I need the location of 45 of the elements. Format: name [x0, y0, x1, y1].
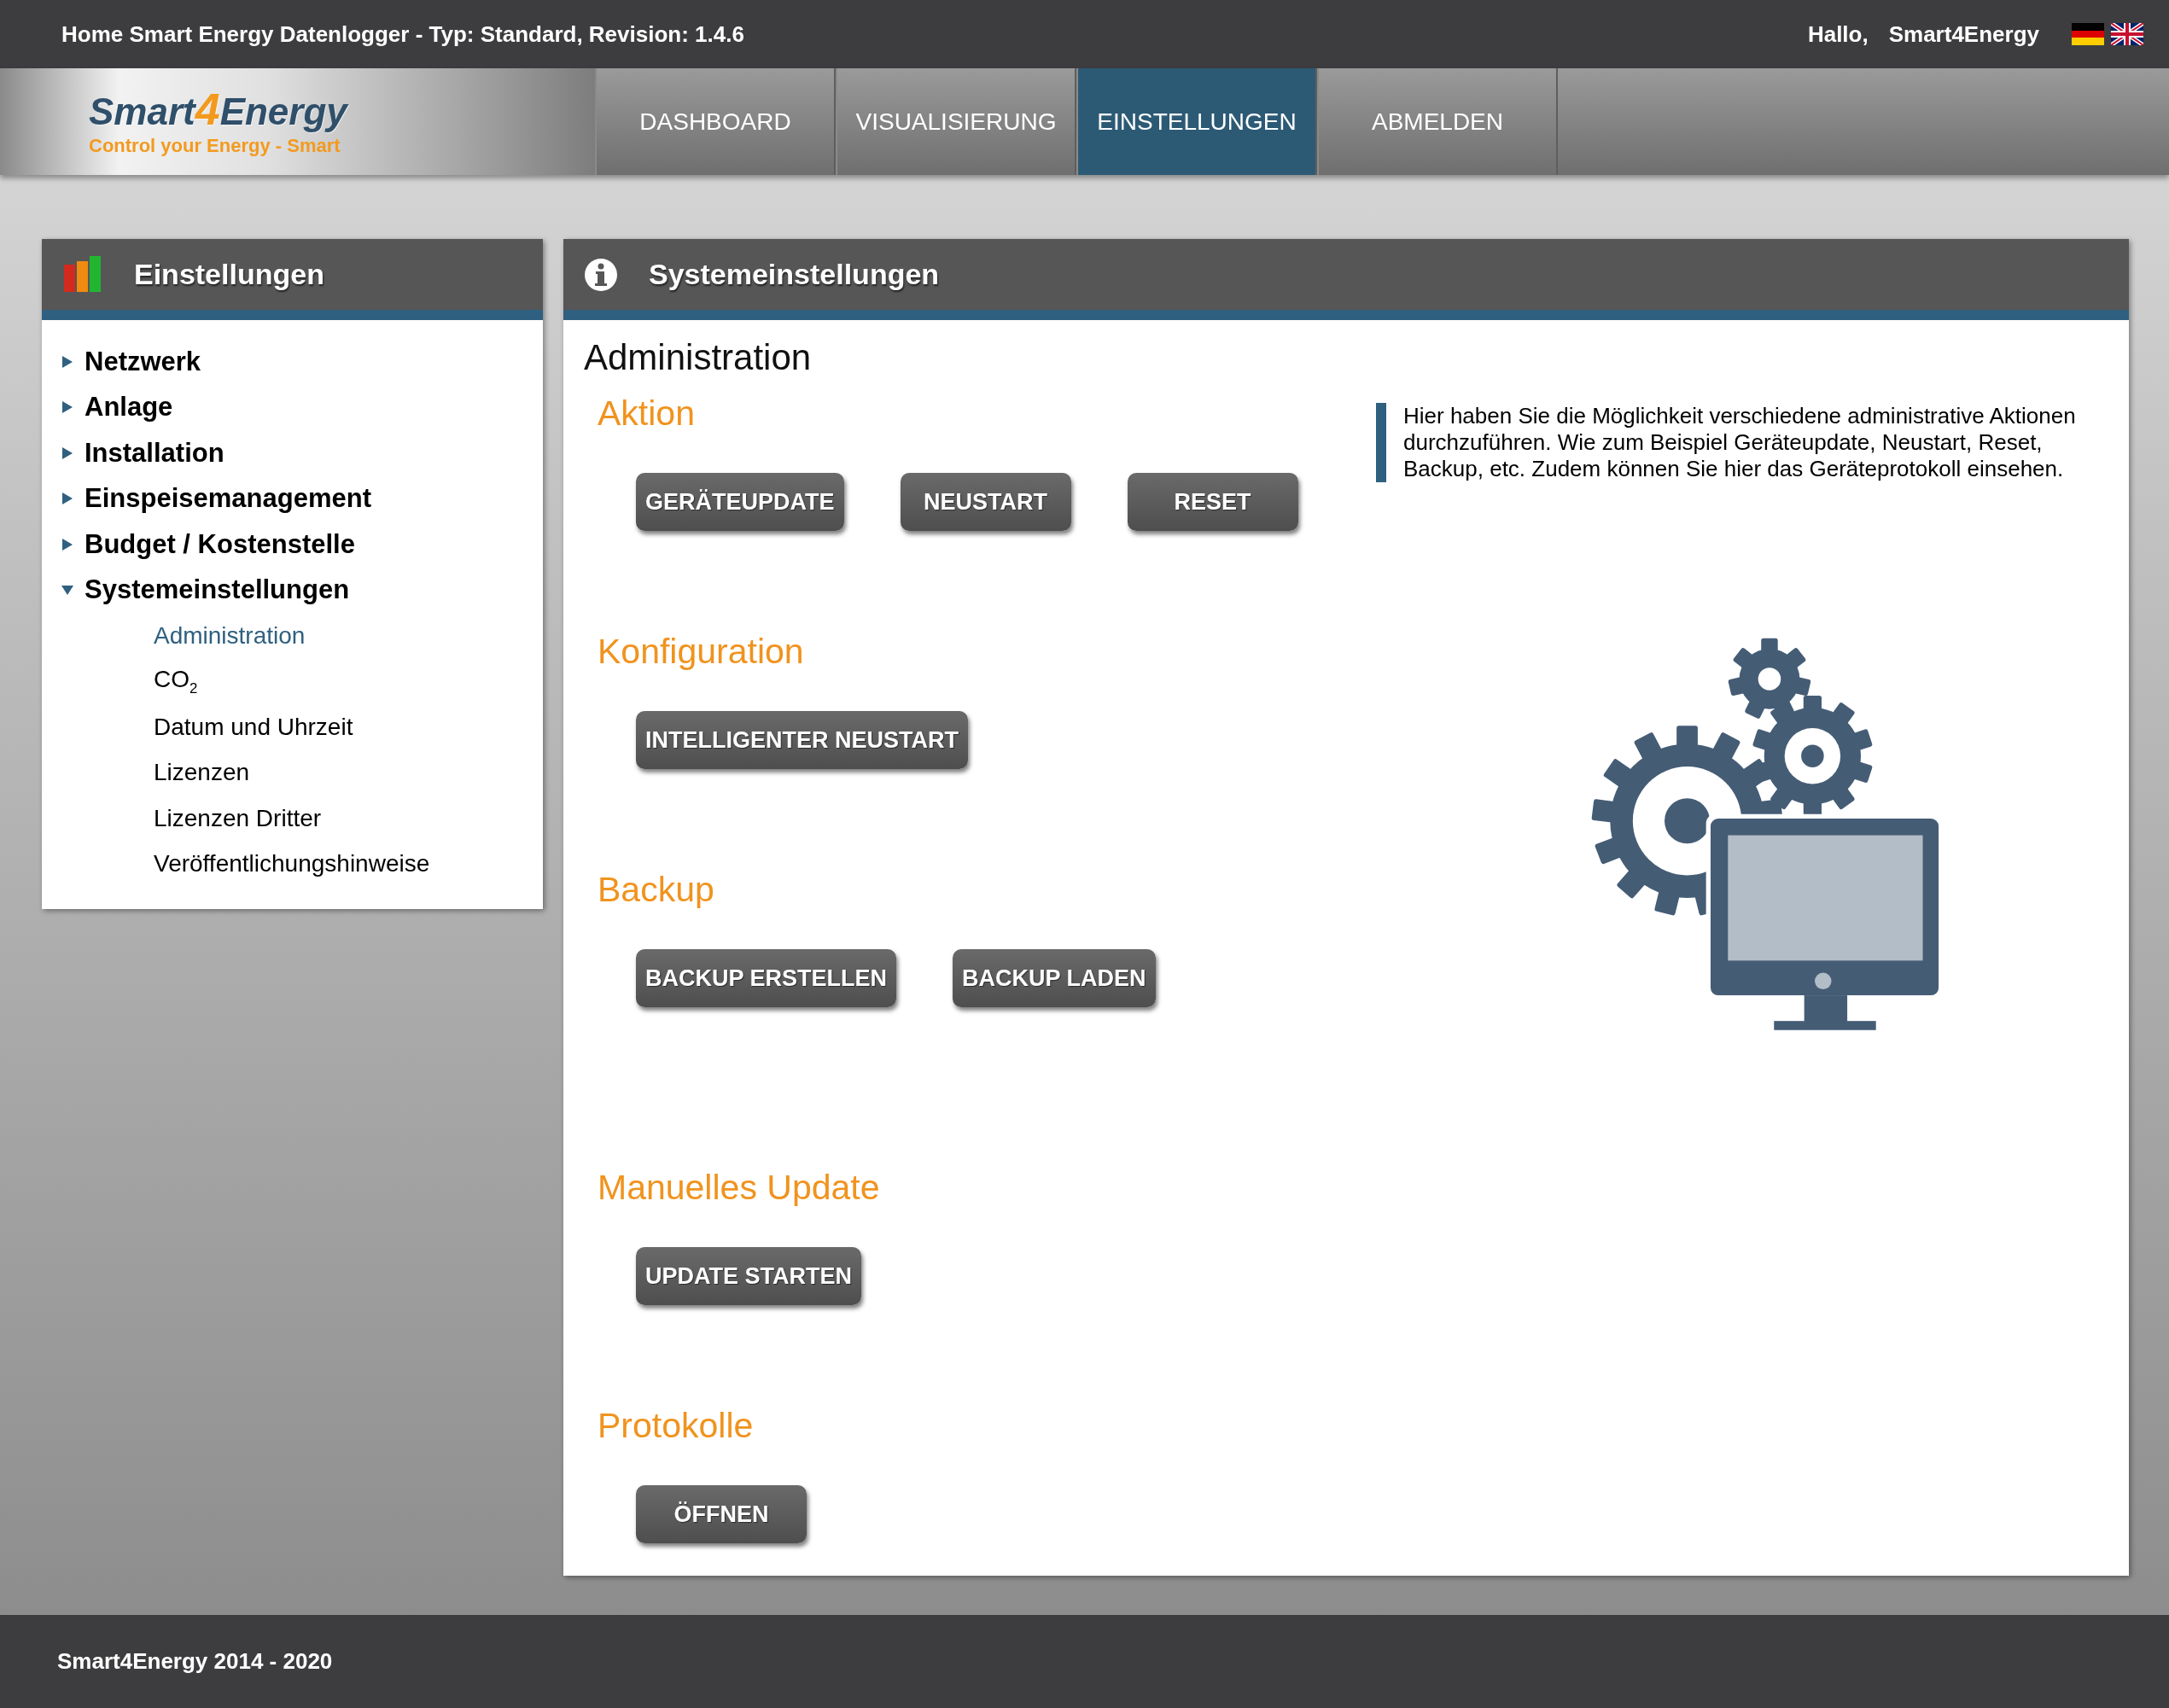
german-flag-icon[interactable]: [2072, 23, 2104, 45]
page-heading: Administration: [584, 337, 813, 378]
logo-wordmark: Smart4Energy: [89, 86, 347, 133]
action-button[interactable]: BACKUP LADEN: [953, 949, 1156, 1007]
sidebar-item[interactable]: Einspeisemanagement: [85, 483, 371, 515]
action-button[interactable]: UPDATE STARTEN: [636, 1247, 861, 1305]
action-button[interactable]: RESET: [1127, 473, 1298, 531]
action-button[interactable]: INTELLIGENTER NEUSTART: [636, 711, 968, 769]
description-text: Hier haben Sie die Möglichkeit verschiedene administrative Aktionen durchzuführen. Wie zum Beispiel Geräteupdate, Neustart, Reset, Backup, etc. Zudem können Sie hier das Geräteprotokoll einsehen.: [1376, 403, 2103, 482]
logo-tagline: Control your Energy - Smart: [89, 134, 341, 157]
sidebar-subitem[interactable]: Veröffentlichungshinweise: [61, 841, 543, 887]
section-heading: Aktion: [598, 393, 696, 434]
app-title: Home Smart Energy Datenlogger - Typ: Standard, Revision: 1.4.6: [61, 20, 745, 48]
action-button[interactable]: GERÄTEUPDATE: [636, 473, 844, 531]
collapsed-triangle-icon[interactable]: [61, 400, 74, 415]
sidebar-item[interactable]: Budget / Kostenstelle: [85, 528, 355, 560]
british-flag-icon[interactable]: [2111, 23, 2143, 45]
section-heading: Manuelles Update: [598, 1168, 881, 1208]
footer-copyright: Smart4Energy 2014 - 2020: [57, 1648, 333, 1675]
action-button[interactable]: NEUSTART: [900, 473, 1071, 531]
action-button[interactable]: ÖFFNEN: [636, 1485, 807, 1543]
sidebar-subitem[interactable]: Lizenzen: [61, 749, 543, 796]
bar-chart-icon: [62, 255, 103, 294]
sidebar-item[interactable]: Systemeinstellungen: [85, 574, 350, 606]
user-name: Smart4Energy: [1888, 20, 2039, 48]
sidebar-subitem[interactable]: Lizenzen Dritter: [61, 796, 543, 842]
sidebar-item[interactable]: Installation: [85, 437, 224, 469]
sidebar-subitem[interactable]: Administration: [61, 613, 543, 659]
collapsed-triangle-icon[interactable]: [61, 446, 74, 460]
sidebar-subitem[interactable]: CO$_{2}$: [61, 658, 543, 704]
sidebar-item[interactable]: Anlage: [85, 392, 173, 423]
greeting-text: Hallo,: [1807, 20, 1869, 48]
sidebar-title: Einstellungen: [134, 258, 324, 291]
section-heading: Protokolle: [598, 1406, 755, 1446]
panel-title: Systemeinstellungen: [649, 258, 940, 291]
action-button[interactable]: BACKUP ERSTELLEN: [636, 949, 897, 1007]
collapsed-triangle-icon[interactable]: [61, 537, 74, 551]
collapsed-triangle-icon[interactable]: [61, 354, 74, 369]
nav-tab[interactable]: EINSTELLUNGEN: [1076, 68, 1317, 175]
sidebar-item[interactable]: Netzwerk: [85, 346, 201, 377]
sidebar-subitem[interactable]: Datum und Uhrzeit: [61, 704, 543, 750]
section-heading: Konfiguration: [598, 632, 805, 672]
section-heading: Backup: [598, 870, 715, 910]
collapsed-triangle-icon[interactable]: [61, 492, 74, 506]
info-icon: [584, 257, 618, 292]
